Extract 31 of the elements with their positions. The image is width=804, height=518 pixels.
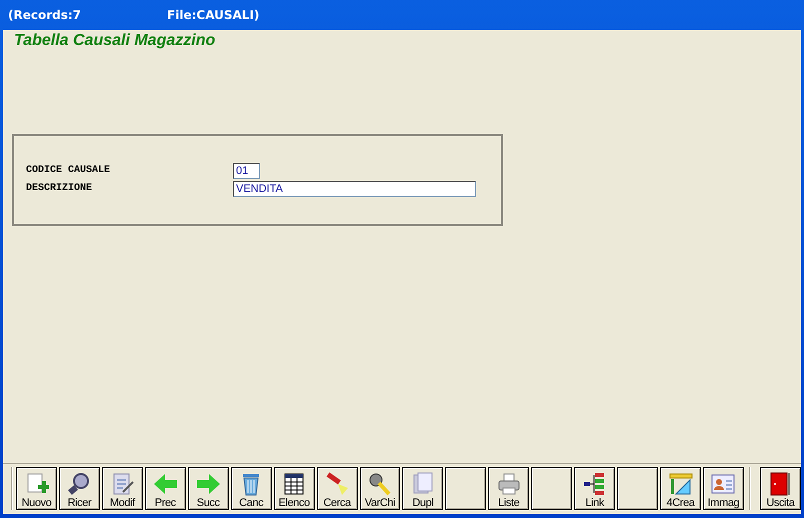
field-label: DESCRIZIONE <box>26 183 94 194</box>
toolbar-button[interactable]: Elenco <box>274 467 315 510</box>
toolbar-button[interactable]: Link <box>574 467 616 510</box>
toolbar-button[interactable]: Immag <box>703 467 744 510</box>
field-label: CODICE CAUSALE <box>26 165 112 176</box>
toolbar-button[interactable]: 4Crea <box>660 467 701 510</box>
toolbar-button[interactable] <box>445 467 486 510</box>
file-name: File:CAUSALI) <box>167 8 260 24</box>
form-heading: Tabella Causali Magazzino <box>13 31 216 50</box>
toolbar-button[interactable]: Modif <box>102 467 143 510</box>
toolbar-button[interactable]: Succ <box>188 467 229 510</box>
toolbar-button[interactable]: Dupl <box>402 467 444 510</box>
toolbar-button[interactable] <box>617 467 658 510</box>
toolbar-button[interactable]: Prec <box>144 467 186 510</box>
toolbar-button[interactable]: Canc <box>230 467 272 510</box>
toolbar-button[interactable]: Liste <box>488 467 530 510</box>
toolbar-button[interactable]: VarChi <box>360 467 400 510</box>
toolbar-button[interactable] <box>531 467 572 510</box>
input-field[interactable]: VENDITA <box>233 180 476 196</box>
printer-icon <box>496 472 522 496</box>
drawing-tools-icon <box>668 472 694 496</box>
record-count: (Records:7 <box>8 8 82 24</box>
toolbar-button[interactable]: Ricer <box>58 467 100 510</box>
toolbar-button[interactable]: Cerca <box>316 467 358 510</box>
right-arrow-icon <box>195 472 222 496</box>
toolbar-button[interactable]: Nuovo <box>16 467 57 510</box>
left-arrow-icon <box>152 472 178 496</box>
toolbar-button[interactable]: Uscita <box>760 467 801 510</box>
flashlight-icon <box>324 472 350 496</box>
input-field[interactable]: 01 <box>233 162 260 178</box>
id-card-icon <box>710 472 736 496</box>
